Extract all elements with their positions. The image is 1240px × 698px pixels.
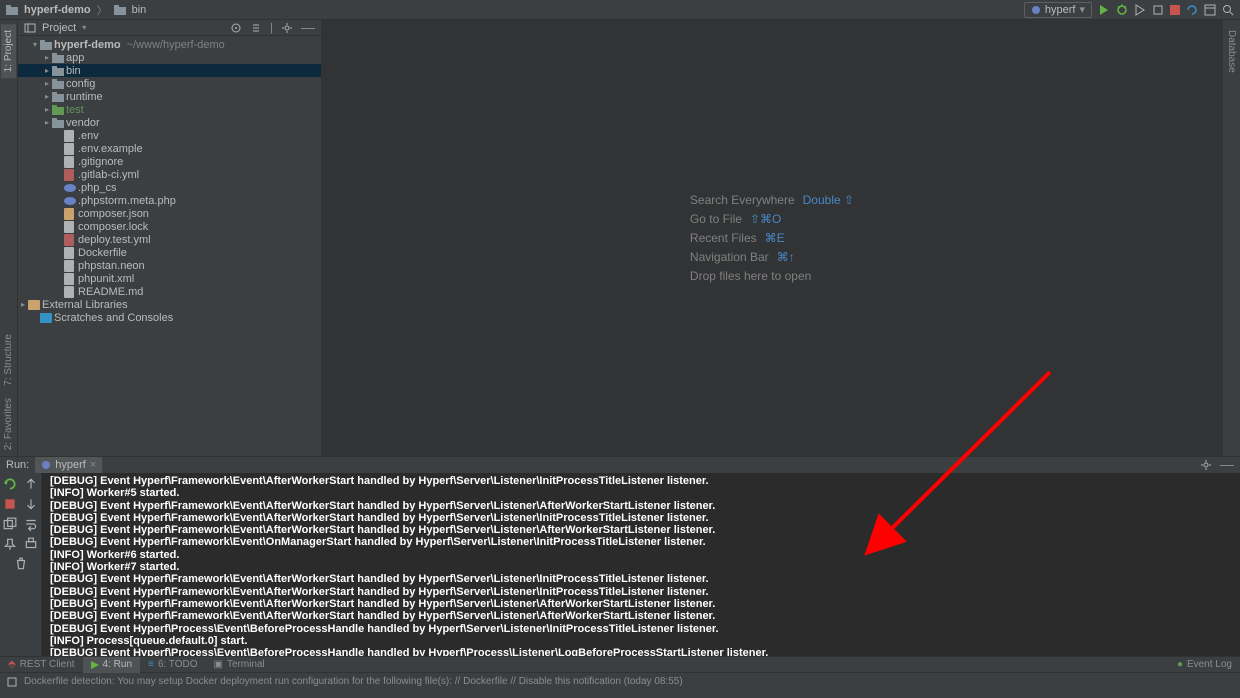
tree-row[interactable]: .gitlab-ci.yml <box>18 168 321 181</box>
tree-row[interactable]: .env <box>18 129 321 142</box>
status-message[interactable]: Dockerfile detection: You may setup Dock… <box>24 676 683 687</box>
pin-icon[interactable] <box>3 537 17 551</box>
tab-terminal[interactable]: ▣Terminal <box>206 657 273 673</box>
php-icon <box>1031 5 1041 15</box>
down-icon[interactable] <box>24 497 38 511</box>
tree-row[interactable]: .php_cs <box>18 181 321 194</box>
folder-icon <box>6 5 18 15</box>
tab-todo[interactable]: ≡6: TODO <box>140 657 206 673</box>
tree-row[interactable]: ▸bin <box>18 64 321 77</box>
rerun-icon[interactable] <box>3 477 17 491</box>
debug-icon[interactable] <box>1116 4 1128 16</box>
tree-row[interactable]: ▾hyperf-demo~/www/hyperf-demo <box>18 38 321 51</box>
print-icon[interactable] <box>24 537 38 551</box>
update-icon[interactable] <box>1186 4 1198 16</box>
run-title: Run: <box>6 459 29 471</box>
hide-icon[interactable]: — <box>301 22 315 34</box>
search-icon[interactable] <box>1222 4 1234 16</box>
tab-database[interactable]: Database <box>1224 24 1239 79</box>
tree-row[interactable]: .gitignore <box>18 155 321 168</box>
wrap-icon[interactable] <box>24 517 38 531</box>
topbar: hyperf-demo 〉 bin hyperf ▾ <box>0 0 1240 20</box>
tab-project[interactable]: 1: Project <box>1 24 16 78</box>
tree-row[interactable]: .phpstorm.meta.php <box>18 194 321 207</box>
run-config-selector[interactable]: hyperf ▾ <box>1024 2 1092 18</box>
tree-row[interactable]: phpstan.neon <box>18 259 321 272</box>
tree-row[interactable]: phpunit.xml <box>18 272 321 285</box>
run-config-tab[interactable]: hyperf × <box>35 457 102 473</box>
gear-icon[interactable] <box>281 22 293 34</box>
run-panel: Run: hyperf × — <box>0 456 1240 656</box>
left-tool-strip: 1: Project 7: Structure 2: Favorites <box>0 20 18 456</box>
status-icon[interactable] <box>6 676 18 688</box>
tree-row[interactable]: ▸vendor <box>18 116 321 129</box>
tree-row[interactable]: deploy.test.yml <box>18 233 321 246</box>
layout-icon[interactable] <box>1204 4 1216 16</box>
project-panel: Project ▾ | — ▾hyperf-demo~/www/hyperf-d… <box>18 20 322 456</box>
project-tree[interactable]: ▾hyperf-demo~/www/hyperf-demo▸app▸bin▸co… <box>18 36 321 456</box>
run-toolbar <box>0 473 42 656</box>
restore-icon[interactable] <box>3 517 17 531</box>
tree-row[interactable]: composer.lock <box>18 220 321 233</box>
project-name[interactable]: hyperf-demo <box>24 4 91 16</box>
project-view-icon <box>24 22 36 34</box>
tree-row[interactable]: Scratches and Consoles <box>18 311 321 324</box>
console-output[interactable]: [DEBUG] Event Hyperf\Framework\Event\Aft… <box>42 473 1240 656</box>
tab-favorites[interactable]: 2: Favorites <box>1 392 16 456</box>
tree-row[interactable]: README.md <box>18 285 321 298</box>
right-tool-strip: Database <box>1222 20 1240 456</box>
tab-rest-client[interactable]: ⬘REST Client <box>0 657 83 673</box>
tree-row[interactable]: ▸runtime <box>18 90 321 103</box>
attach-icon[interactable] <box>1152 4 1164 16</box>
run-coverage-icon[interactable] <box>1134 4 1146 16</box>
locate-icon[interactable] <box>230 22 242 34</box>
tree-row[interactable]: ▸config <box>18 77 321 90</box>
editor-area[interactable]: Search EverywhereDouble ⇧ Go to File⇧⌘O … <box>322 20 1222 456</box>
gear-icon[interactable] <box>1200 459 1212 471</box>
run-icon[interactable] <box>1098 4 1110 16</box>
status-bar: Dockerfile detection: You may setup Dock… <box>0 672 1240 690</box>
tab-run[interactable]: 4: Run <box>83 657 140 673</box>
delete-icon[interactable] <box>14 557 28 571</box>
up-icon[interactable] <box>24 477 38 491</box>
tree-row[interactable]: composer.json <box>18 207 321 220</box>
welcome-hints: Search EverywhereDouble ⇧ Go to File⇧⌘O … <box>690 188 854 288</box>
hide-icon[interactable]: — <box>1220 459 1234 471</box>
tree-row[interactable]: .env.example <box>18 142 321 155</box>
tree-row[interactable]: ▸External Libraries <box>18 298 321 311</box>
tree-row[interactable]: Dockerfile <box>18 246 321 259</box>
bottom-tool-strip: ⬘REST Client 4: Run ≡6: TODO ▣Terminal ●… <box>0 656 1240 672</box>
tab-structure[interactable]: 7: Structure <box>1 328 16 392</box>
tree-row[interactable]: ▸test <box>18 103 321 116</box>
tab-event-log[interactable]: ●Event Log <box>1169 657 1240 673</box>
folder-icon <box>114 5 126 15</box>
collapse-icon[interactable] <box>250 22 262 34</box>
tree-row[interactable]: ▸app <box>18 51 321 64</box>
breadcrumb[interactable]: bin <box>132 4 147 16</box>
panel-title[interactable]: Project <box>42 22 76 34</box>
close-icon[interactable]: × <box>90 459 96 471</box>
stop-icon[interactable] <box>3 497 17 511</box>
stop-icon[interactable] <box>1170 5 1180 15</box>
php-icon <box>41 460 51 470</box>
